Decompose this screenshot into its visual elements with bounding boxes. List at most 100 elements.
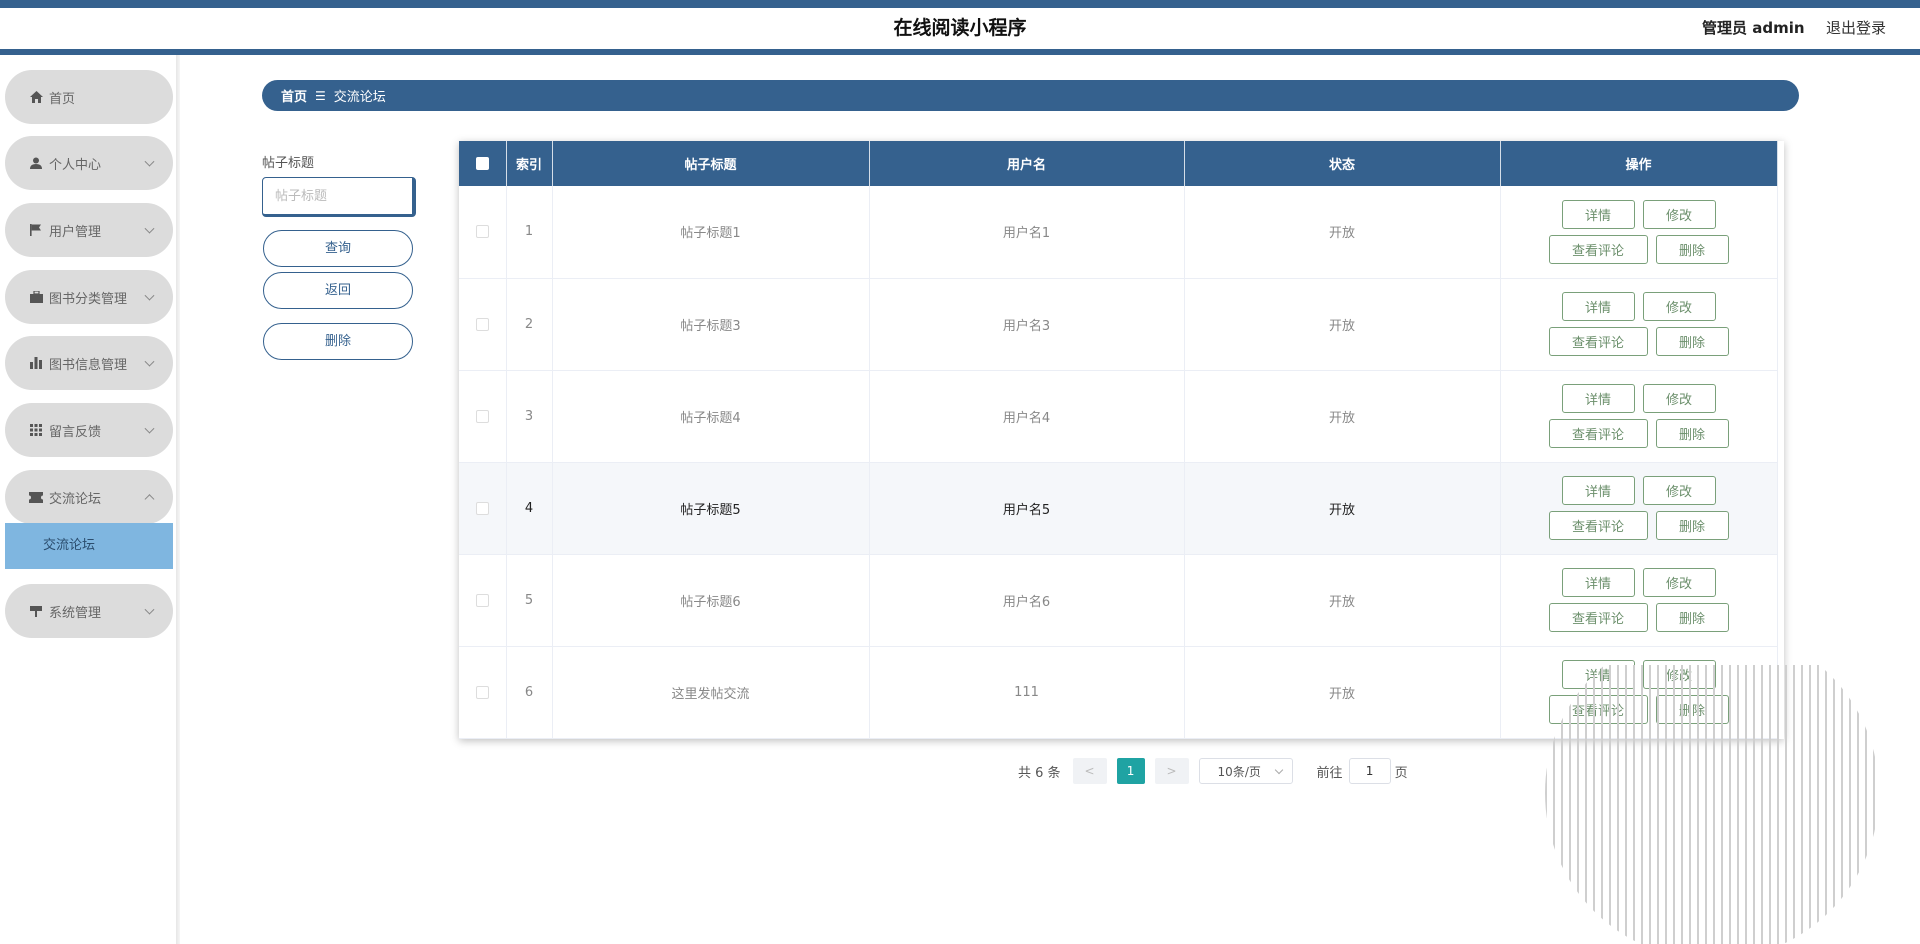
- view-comments-button[interactable]: 查看评论: [1548, 695, 1648, 724]
- header-index: 索引: [506, 141, 553, 186]
- edit-button[interactable]: 修改: [1642, 476, 1716, 505]
- header-username: 用户名: [869, 141, 1185, 186]
- chevron-down-icon: [144, 604, 155, 615]
- row-select-cell[interactable]: [459, 278, 507, 370]
- sidebar-item-system[interactable]: 系统管理: [5, 584, 173, 638]
- sidebar-item-home[interactable]: 首页: [5, 70, 173, 124]
- app-title: 在线阅读小程序: [893, 17, 1027, 39]
- row-select-cell[interactable]: [459, 554, 507, 646]
- chevron-up-icon: [144, 494, 155, 505]
- view-comments-button[interactable]: 查看评论: [1548, 603, 1648, 632]
- sidebar-item-personal[interactable]: 个人中心: [5, 136, 173, 190]
- row-title: 帖子标题3: [552, 278, 870, 370]
- search-input[interactable]: [262, 177, 416, 217]
- edit-button[interactable]: 修改: [1642, 199, 1716, 229]
- grid-icon: [29, 423, 43, 437]
- row-select-cell[interactable]: [459, 370, 507, 462]
- delete-button[interactable]: 删除: [1655, 695, 1729, 724]
- row-checkbox[interactable]: [475, 317, 489, 331]
- ticket-icon: [29, 490, 43, 504]
- breadcrumb-home[interactable]: 首页: [281, 86, 307, 105]
- row-checkbox[interactable]: [475, 593, 489, 607]
- view-comments-button[interactable]: 查看评论: [1548, 419, 1648, 448]
- row-checkbox[interactable]: [475, 225, 489, 239]
- briefcase-icon: [29, 290, 43, 304]
- back-button[interactable]: 返回: [263, 272, 413, 309]
- table-row[interactable]: 5 帖子标题6 用户名6 开放 详情 修改 查看评论 删除: [459, 554, 1778, 646]
- sidebar-item-label: 个人中心: [49, 157, 102, 173]
- sidebar-item-forum[interactable]: 交流论坛: [5, 470, 173, 524]
- row-select-cell[interactable]: [459, 646, 507, 738]
- post-table: 索引 帖子标题 用户名 状态 操作 1 帖子标题1 用户名1 开放 详情 修改 查看评论 删除…: [459, 141, 1784, 739]
- row-select-cell[interactable]: [459, 462, 507, 554]
- detail-button[interactable]: 详情: [1561, 476, 1635, 505]
- row-title: 帖子标题4: [552, 370, 870, 462]
- row-status: 开放: [1184, 554, 1501, 646]
- delete-button[interactable]: 删除: [1655, 511, 1729, 540]
- table-row[interactable]: 2 帖子标题3 用户名3 开放 详情 修改 查看评论 删除: [459, 278, 1778, 370]
- logout-link[interactable]: 退出登录: [1826, 8, 1886, 49]
- user-icon: [29, 156, 43, 170]
- view-comments-button[interactable]: 查看评论: [1548, 234, 1648, 264]
- header-select-all[interactable]: [459, 141, 507, 186]
- row-actions: 详情 修改查看评论 删除: [1500, 646, 1778, 738]
- sidebar-item-book-category[interactable]: 图书分类管理: [5, 270, 173, 324]
- view-comments-button[interactable]: 查看评论: [1548, 327, 1648, 356]
- table-row[interactable]: 1 帖子标题1 用户名1 开放 详情 修改 查看评论 删除: [459, 186, 1778, 278]
- sidebar-item-book-info[interactable]: 图书信息管理: [5, 336, 173, 390]
- batch-delete-button[interactable]: 删除: [263, 323, 413, 360]
- row-index: 6: [506, 646, 553, 738]
- header-divider: [0, 49, 1920, 55]
- admin-label: 管理员 admin: [1702, 19, 1805, 37]
- edit-button[interactable]: 修改: [1642, 660, 1716, 689]
- detail-button[interactable]: 详情: [1561, 199, 1635, 229]
- table-row[interactable]: 4 帖子标题5 用户名5 开放 详情 修改 查看评论 删除: [459, 462, 1778, 554]
- sidebar-item-users[interactable]: 用户管理: [5, 203, 173, 257]
- query-button[interactable]: 查询: [263, 230, 413, 267]
- home-icon: [29, 90, 43, 104]
- row-title: 帖子标题1: [552, 186, 870, 278]
- row-actions: 详情 修改查看评论 删除: [1500, 462, 1778, 554]
- row-checkbox[interactable]: [475, 501, 489, 515]
- goto-page-input[interactable]: [1348, 758, 1391, 784]
- row-index: 2: [506, 278, 553, 370]
- delete-button[interactable]: 删除: [1655, 327, 1729, 356]
- detail-button[interactable]: 详情: [1561, 384, 1635, 413]
- decorative-stripe: [1809, 665, 1811, 944]
- page-size-select[interactable]: 10条/页: [1198, 758, 1293, 784]
- prev-page-button[interactable]: <: [1072, 758, 1107, 784]
- edit-button[interactable]: 修改: [1642, 568, 1716, 597]
- row-select-cell[interactable]: [459, 186, 507, 278]
- row-index: 4: [506, 462, 553, 554]
- sidebar-subitem-forum[interactable]: 交流论坛: [5, 523, 173, 569]
- row-username: 111: [869, 646, 1185, 738]
- detail-button[interactable]: 详情: [1561, 292, 1635, 321]
- sidebar-item-feedback[interactable]: 留言反馈: [5, 403, 173, 457]
- signpost-icon: [29, 604, 43, 618]
- delete-button[interactable]: 删除: [1655, 419, 1729, 448]
- decorative-stripe: [1793, 665, 1795, 944]
- detail-button[interactable]: 详情: [1561, 660, 1635, 689]
- decorative-stripe: [1785, 665, 1787, 944]
- edit-button[interactable]: 修改: [1642, 384, 1716, 413]
- next-page-button[interactable]: >: [1154, 758, 1189, 784]
- row-title: 这里发帖交流: [552, 646, 870, 738]
- row-checkbox[interactable]: [475, 685, 489, 699]
- detail-button[interactable]: 详情: [1561, 568, 1635, 597]
- select-all-checkbox[interactable]: [475, 157, 489, 170]
- row-actions: 详情 修改查看评论 删除: [1500, 554, 1778, 646]
- row-index: 3: [506, 370, 553, 462]
- table-body: 1 帖子标题1 用户名1 开放 详情 修改 查看评论 删除 2 帖子标题3 用户名3 开放 详情 修改 查看…: [459, 186, 1778, 738]
- delete-button[interactable]: 删除: [1655, 234, 1729, 264]
- breadcrumb-separator-icon: ☰: [315, 88, 326, 103]
- page-1-button[interactable]: 1: [1116, 758, 1145, 784]
- edit-button[interactable]: 修改: [1642, 292, 1716, 321]
- table-row[interactable]: 3 帖子标题4 用户名4 开放 详情 修改 查看评论 删除: [459, 370, 1778, 462]
- row-username: 用户名4: [869, 370, 1185, 462]
- delete-button[interactable]: 删除: [1655, 603, 1729, 632]
- row-checkbox[interactable]: [475, 409, 489, 423]
- breadcrumb-current: 交流论坛: [333, 90, 386, 105]
- table-row[interactable]: 6 这里发帖交流 111 开放 详情 修改 查看评论 删除: [459, 646, 1778, 738]
- row-actions: 详情 修改查看评论 删除: [1500, 186, 1778, 278]
- view-comments-button[interactable]: 查看评论: [1548, 511, 1648, 540]
